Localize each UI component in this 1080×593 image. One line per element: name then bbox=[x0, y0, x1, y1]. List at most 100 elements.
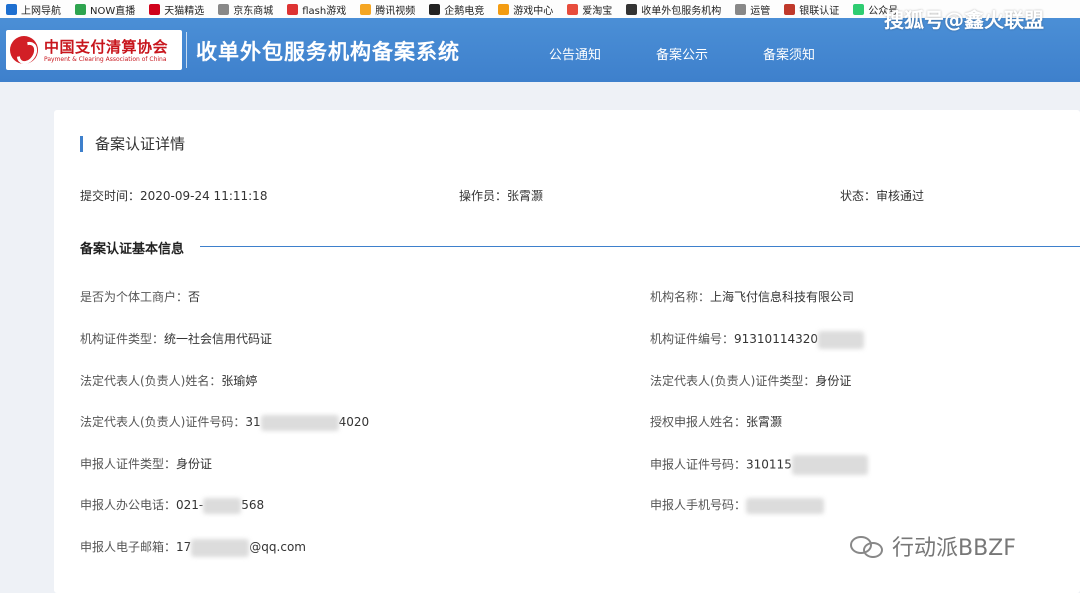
watermark-bottom: 行动派BBZF bbox=[850, 530, 1016, 562]
bookmark-label: 收单外包服务机构 bbox=[641, 5, 722, 17]
field-label: 机构证件编号： bbox=[650, 332, 735, 346]
field-value: 张瑜婷 bbox=[221, 374, 258, 388]
field-org-name: 机构名称：上海飞付信息科技有限公司 bbox=[650, 288, 854, 305]
redacted-blur bbox=[203, 497, 242, 514]
section-divider bbox=[200, 246, 1080, 247]
field-value: 否 bbox=[188, 290, 201, 304]
wechat-icon bbox=[850, 534, 884, 558]
field-label: 申报人手机号码： bbox=[650, 498, 747, 512]
bookmark-label: 上网导航 bbox=[21, 5, 61, 17]
wechat-icon bbox=[853, 3, 865, 15]
field-label: 申报人证件号码： bbox=[650, 457, 747, 472]
bookmark-item[interactable]: 运管 bbox=[729, 2, 778, 17]
bookmark-item[interactable]: 上网导航 bbox=[0, 2, 69, 17]
field-label: 法定代表人(负责人)证件号码： bbox=[80, 415, 246, 429]
bookmark-label: flash游戏 bbox=[302, 5, 347, 17]
field-applicant-cert-no: 申报人证件号码：310115 bbox=[650, 455, 868, 475]
bookmark-label: 腾讯视频 bbox=[375, 5, 416, 17]
page-icon bbox=[626, 3, 638, 15]
site-header: 中国支付清算协会 Payment & Clearing Association … bbox=[0, 8, 1080, 82]
bookmark-item[interactable]: flash游戏 bbox=[281, 2, 354, 17]
submit-time: 提交时间：2020-09-24 11:11:18 bbox=[80, 189, 268, 203]
field-label: 机构名称： bbox=[650, 290, 711, 304]
field-value: 上海飞付信息科技有限公司 bbox=[710, 290, 855, 304]
bookmark-item[interactable]: 游戏中心 bbox=[492, 2, 561, 17]
redacted-blur bbox=[746, 497, 825, 514]
bookmark-label: 天猫精选 bbox=[164, 5, 205, 17]
field-value: 310115 bbox=[746, 457, 792, 472]
watermark-bottom-text: 行动派BBZF bbox=[892, 536, 1016, 561]
detail-card: 备案认证详情 提交时间：2020-09-24 11:11:18 操作员：张霄灏 … bbox=[54, 110, 1080, 593]
bookmark-item[interactable]: 京东商城 bbox=[212, 2, 281, 17]
field-mobile: 申报人手机号码： bbox=[650, 496, 825, 514]
tmall-icon bbox=[149, 3, 161, 15]
field-value-end: 4020 bbox=[338, 415, 370, 429]
field-office-phone: 申报人办公电话：021- 568 bbox=[80, 496, 264, 514]
field-value: 张霄灏 bbox=[746, 415, 783, 429]
bookmark-item[interactable]: 银联认证 bbox=[778, 2, 847, 17]
bookmark-item[interactable]: NOW直播 bbox=[69, 2, 143, 17]
redacted-blur bbox=[191, 538, 250, 557]
bookmark-label: 银联认证 bbox=[799, 5, 840, 17]
bookmark-item[interactable]: 天猫精选 bbox=[143, 2, 212, 17]
ie-icon bbox=[6, 3, 17, 15]
bookmark-item[interactable]: 爱淘宝 bbox=[561, 2, 620, 17]
bookmark-label: NOW直播 bbox=[90, 5, 136, 17]
field-label: 申报人办公电话： bbox=[80, 498, 177, 512]
field-value-start: 31 bbox=[245, 415, 261, 429]
bookmark-label: 游戏中心 bbox=[513, 5, 554, 17]
field-applicant-name: 授权申报人姓名：张霄灏 bbox=[650, 413, 782, 430]
header-divider bbox=[186, 32, 187, 68]
section-title-detail: 备案认证详情 bbox=[80, 136, 185, 152]
bookmark-item[interactable]: 腾讯视频 bbox=[354, 2, 423, 17]
field-value: 身份证 bbox=[815, 374, 852, 388]
field-value-start: 021- bbox=[176, 498, 204, 512]
globe-icon bbox=[735, 3, 747, 15]
field-label: 授权申报人姓名： bbox=[650, 415, 747, 429]
bookmark-label: 爱淘宝 bbox=[582, 5, 613, 17]
field-cert-no: 机构证件编号：91310114320 bbox=[650, 330, 864, 349]
flash-icon bbox=[287, 3, 299, 15]
bookmark-item[interactable]: 收单外包服务机构 bbox=[620, 2, 729, 17]
nav-filing-notice[interactable]: 备案须知 bbox=[763, 44, 815, 63]
field-cert-type: 机构证件类型：统一社会信用代码证 bbox=[80, 330, 272, 347]
field-label: 申报人电子邮箱： bbox=[80, 540, 177, 554]
system-title: 收单外包服务机构备案系统 bbox=[196, 40, 460, 64]
field-legal-cert-no: 法定代表人(负责人)证件号码：31 4020 bbox=[80, 413, 369, 431]
bookmark-label: 京东商城 bbox=[233, 5, 274, 17]
association-name-en: Payment & Clearing Association of China bbox=[44, 56, 167, 63]
bookmark-label: 企鹅电竞 bbox=[444, 5, 485, 17]
association-logo[interactable]: 中国支付清算协会 Payment & Clearing Association … bbox=[6, 30, 182, 70]
nav-filing-publicity[interactable]: 备案公示 bbox=[656, 44, 708, 63]
redacted-blur bbox=[818, 330, 864, 349]
field-label: 是否为个体工商户： bbox=[80, 290, 189, 304]
field-email: 申报人电子邮箱：17 @qq.com bbox=[80, 538, 306, 557]
field-value: 91310114320 bbox=[734, 332, 818, 346]
operator: 操作员：张霄灏 bbox=[459, 189, 544, 203]
field-individual: 是否为个体工商户：否 bbox=[80, 288, 200, 305]
field-label: 法定代表人(负责人)证件类型： bbox=[650, 374, 816, 388]
field-value-end: @qq.com bbox=[249, 540, 306, 554]
redacted-blur bbox=[791, 455, 868, 475]
association-name: 中国支付清算协会 bbox=[44, 38, 169, 56]
taobao-icon bbox=[567, 3, 579, 15]
field-legal-cert-type: 法定代表人(负责人)证件类型：身份证 bbox=[650, 372, 851, 389]
status: 状态：审核通过 bbox=[840, 189, 925, 203]
bookmark-item[interactable]: 企鹅电竞 bbox=[423, 2, 492, 17]
bookmark-label: 运管 bbox=[750, 5, 771, 17]
field-value-end: 568 bbox=[241, 498, 265, 512]
field-value: 身份证 bbox=[176, 457, 213, 471]
field-label: 机构证件类型： bbox=[80, 332, 165, 346]
now-icon bbox=[75, 3, 86, 15]
watermark-top: 搜狐号@鑫火联盟 bbox=[884, 8, 1044, 32]
unionpay-icon bbox=[784, 3, 796, 15]
association-logo-icon bbox=[10, 36, 38, 64]
gamepad-icon bbox=[498, 3, 510, 15]
redacted-blur bbox=[260, 414, 339, 431]
field-legal-name: 法定代表人(负责人)姓名：张瑜婷 bbox=[80, 372, 257, 389]
section-title-basic-info: 备案认证基本信息 bbox=[80, 242, 185, 257]
field-label: 法定代表人(负责人)姓名： bbox=[80, 374, 222, 388]
penguin-icon bbox=[429, 3, 441, 15]
nav-announcements[interactable]: 公告通知 bbox=[549, 44, 601, 63]
field-label: 申报人证件类型： bbox=[80, 457, 177, 471]
